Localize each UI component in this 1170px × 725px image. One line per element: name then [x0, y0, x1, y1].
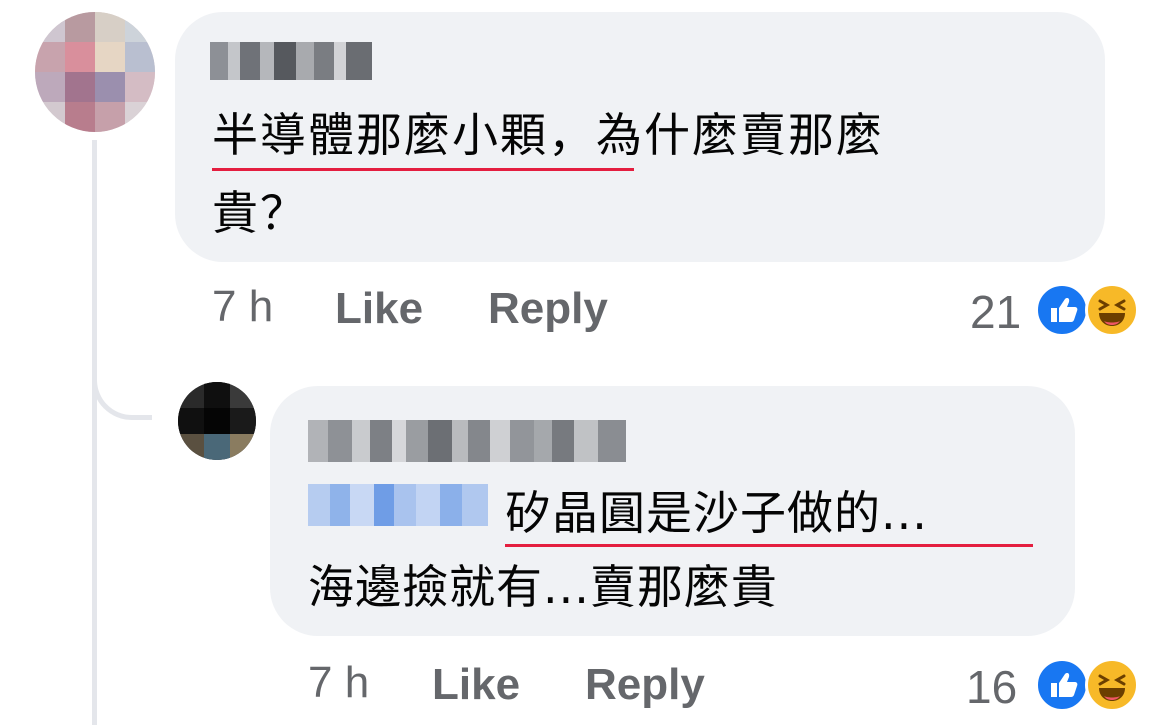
comment-text-line-1: 半導體那麼小顆，為什麼賣那麼 [212, 108, 884, 162]
commenter-avatar[interactable] [35, 12, 155, 132]
reply-reply-button[interactable]: Reply [585, 660, 705, 710]
reply-text-underline [505, 544, 1033, 547]
reply-timestamp[interactable]: 7 h [308, 658, 369, 708]
comment-text-underline [212, 168, 634, 171]
comment-timestamp[interactable]: 7 h [212, 282, 273, 332]
comment-text-line-2: 貴？ [212, 186, 308, 240]
like-icon[interactable] [1035, 658, 1089, 712]
reply-reaction-count[interactable]: 16 [966, 660, 1017, 714]
comment-reply-button[interactable]: Reply [488, 284, 608, 334]
reply-text-line-2: 海邊撿就有...賣那麼貴 [308, 560, 778, 614]
reply-like-button[interactable]: Like [432, 660, 520, 710]
mention-tag[interactable] [308, 484, 488, 526]
commenter-name[interactable] [210, 42, 372, 80]
haha-icon[interactable] [1085, 283, 1139, 337]
replier-avatar[interactable] [178, 382, 256, 460]
haha-icon[interactable] [1085, 658, 1139, 712]
comment-reaction-count[interactable]: 21 [970, 285, 1021, 339]
like-icon[interactable] [1035, 283, 1089, 337]
thread-line [92, 140, 97, 725]
comment-like-button[interactable]: Like [335, 284, 423, 334]
thread-connector [92, 330, 152, 420]
replier-name[interactable] [308, 420, 626, 462]
reply-text-line-1: 矽晶圓是沙子做的... [505, 486, 928, 540]
